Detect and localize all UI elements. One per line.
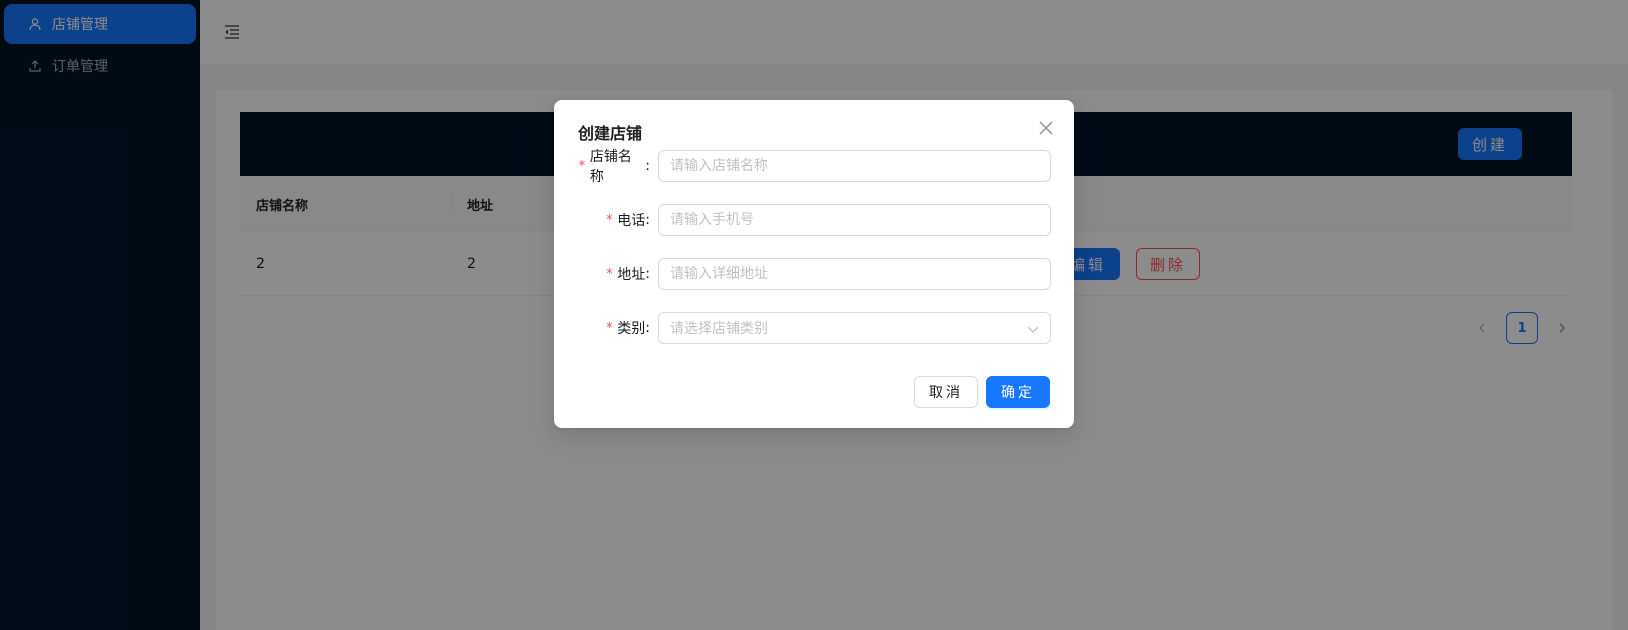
label-colon: : xyxy=(645,320,650,336)
close-icon[interactable] xyxy=(1036,118,1056,138)
category-select[interactable]: 请选择店铺类别 xyxy=(658,312,1051,344)
modal-title: 创建店铺 xyxy=(578,124,643,143)
phone-input[interactable] xyxy=(658,204,1051,236)
required-mark: * xyxy=(605,266,614,282)
form-row-address: * 地址 : xyxy=(578,258,1051,290)
form-row-category: * 类别 : 请选择店铺类别 xyxy=(578,312,1051,344)
cancel-button[interactable]: 取消 xyxy=(914,376,978,408)
address-input[interactable] xyxy=(658,258,1051,290)
form-row-store-name: * 店铺名称 : xyxy=(578,149,1051,185)
store-name-input[interactable] xyxy=(658,150,1051,182)
address-label: * 地址 : xyxy=(578,258,658,290)
label-text: 类别 xyxy=(617,321,646,337)
required-mark: * xyxy=(605,320,614,336)
phone-label: * 电话 : xyxy=(578,204,658,236)
confirm-button[interactable]: 确定 xyxy=(986,376,1050,408)
label-colon: : xyxy=(645,158,650,174)
category-label: * 类别 : xyxy=(578,312,658,344)
select-placeholder: 请选择店铺类别 xyxy=(670,321,768,337)
required-mark: * xyxy=(605,212,614,228)
label-text: 地址 xyxy=(617,267,646,283)
label-colon: : xyxy=(645,212,650,228)
label-text: 店铺名称 xyxy=(589,149,632,185)
create-store-modal: 创建店铺 * 店铺名称 : * 电话 : * 地址 : * 类别 : xyxy=(554,100,1074,428)
store-name-label: * 店铺名称 : xyxy=(578,149,658,185)
label-text: 电话 xyxy=(617,213,646,229)
form-row-phone: * 电话 : xyxy=(578,204,1051,236)
required-mark: * xyxy=(578,158,586,174)
chevron-down-icon xyxy=(1027,323,1039,335)
label-colon: : xyxy=(645,266,650,282)
